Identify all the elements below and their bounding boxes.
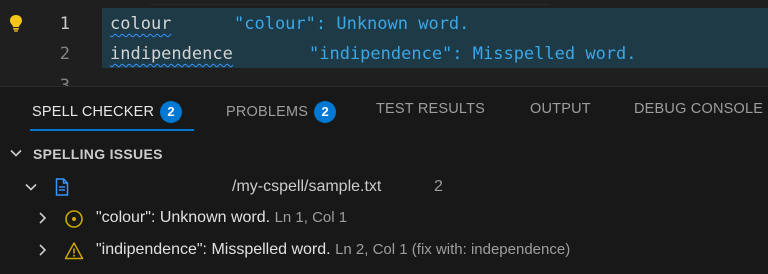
inline-diagnostic: "indipendence": Misspelled word. [309, 44, 637, 64]
issue-location: Ln 2, Col 1 (fix with: independence) [335, 241, 571, 258]
tab-spell-checker[interactable]: SPELL CHECKER 2 [32, 101, 183, 123]
tab-label: OUTPUT [530, 101, 591, 118]
issue-item[interactable]: "indipendence": Misspelled word. Ln 2, C… [0, 236, 768, 264]
issue-location: Ln 1, Col 1 [274, 209, 348, 226]
editor-top-border [150, 0, 550, 5]
editor[interactable]: 1 colour "colour": Unknown word. 2 indip… [0, 0, 768, 86]
tab-output[interactable]: OUTPUT [530, 101, 591, 117]
file-icon [55, 178, 69, 201]
tab-test-results[interactable]: TEST RESULTS [376, 101, 485, 117]
info-circle-icon [64, 209, 84, 234]
issue-text: "indipendence": Misspelled word. [96, 241, 331, 258]
misspelled-word[interactable]: colour [110, 14, 171, 34]
line-number: 1 [59, 14, 70, 34]
issue-message: "colour": Unknown word. Ln 1, Col 1 [96, 209, 347, 227]
issue-message: "indipendence": Misspelled word. Ln 2, C… [96, 241, 570, 259]
panel-tabs: SPELL CHECKER 2 PROBLEMS 2 TEST RESULTS OU… [0, 87, 768, 133]
count-badge: 2 [314, 101, 337, 123]
line-number: 2 [59, 44, 70, 64]
section-title: SPELLING ISSUES [33, 146, 163, 162]
tab-problems[interactable]: PROBLEMS 2 [226, 101, 337, 123]
tab-label: SPELL CHECKER [32, 104, 155, 120]
active-tab-indicator [30, 129, 194, 131]
tab-label: TEST RESULTS [376, 101, 486, 118]
lightbulb-icon[interactable] [8, 14, 24, 32]
tab-label: PROBLEMS [226, 104, 309, 120]
issue-count: 2 [434, 178, 443, 195]
spelling-issues-header[interactable]: SPELLING ISSUES [0, 142, 768, 164]
misspelled-word[interactable]: indipendence [110, 44, 233, 64]
inline-diagnostic: "colour": Unknown word. [234, 14, 470, 34]
chevron-down-icon[interactable] [24, 180, 38, 199]
chevron-down-icon[interactable] [9, 146, 23, 165]
issue-text: "colour": Unknown word. [96, 209, 271, 226]
editor-line-3[interactable]: 3 [0, 70, 768, 86]
file-tree-item[interactable]: /my-cspell/sample.txt 2 [0, 173, 768, 201]
bottom-panel: SPELL CHECKER 2 PROBLEMS 2 TEST RESULTS OU… [0, 86, 768, 274]
editor-line-1[interactable]: 1 colour "colour": Unknown word. [0, 8, 768, 38]
warning-triangle-icon [64, 241, 84, 266]
chevron-right-icon[interactable] [36, 243, 48, 262]
count-badge: 2 [160, 101, 183, 123]
tab-label: DEBUG CONSOLE [634, 101, 764, 118]
file-path: /my-cspell/sample.txt [232, 178, 382, 195]
tab-debug-console[interactable]: DEBUG CONSOLE [634, 101, 763, 117]
issue-item[interactable]: "colour": Unknown word. Ln 1, Col 1 [0, 204, 768, 232]
editor-line-2[interactable]: 2 indipendence "indipendence": Misspelle… [0, 38, 768, 68]
line-number: 3 [59, 76, 70, 86]
chevron-right-icon[interactable] [36, 211, 48, 230]
